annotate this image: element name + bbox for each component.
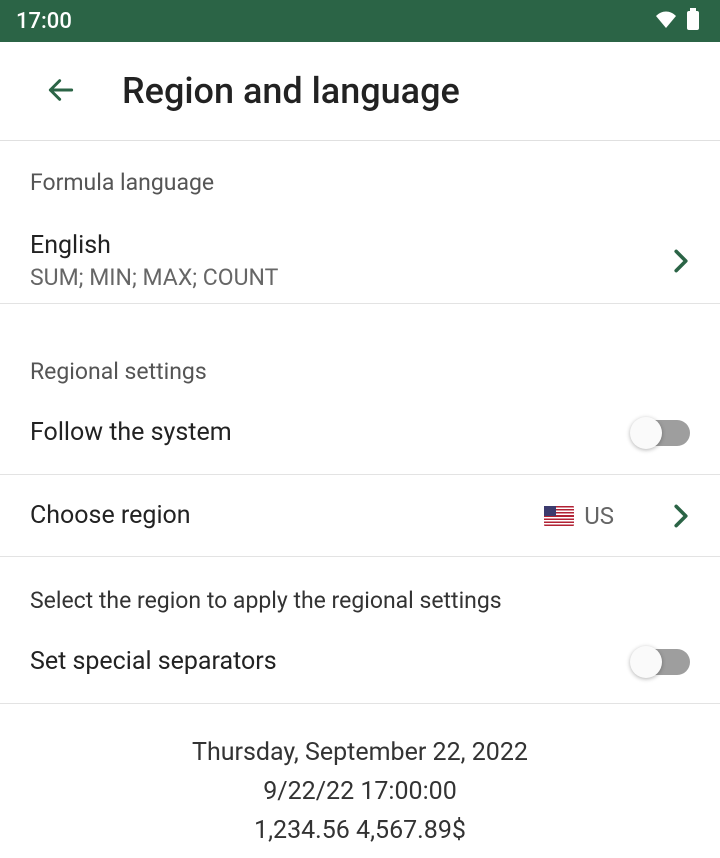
battery-icon: [686, 8, 700, 34]
region-code: US: [584, 502, 614, 530]
choose-region-row[interactable]: Choose region US: [0, 475, 720, 557]
status-bar: 17:00: [0, 0, 720, 42]
example-datetime: 9/22/22 17:00:00: [30, 773, 690, 812]
formula-language-functions: SUM; MIN; MAX; COUNT: [30, 264, 656, 291]
region-note: Select the region to apply the regional …: [0, 557, 720, 634]
content: Formula language English SUM; MIN; MAX; …: [0, 141, 720, 850]
formula-language-value: English: [30, 231, 656, 260]
status-time: 17:00: [16, 9, 72, 34]
follow-system-toggle[interactable]: [634, 420, 690, 446]
follow-system-label: Follow the system: [30, 418, 634, 447]
section-regional-settings: Regional settings: [0, 340, 720, 405]
set-separators-toggle[interactable]: [634, 649, 690, 675]
follow-system-row[interactable]: Follow the system: [0, 405, 720, 475]
region-value: US: [544, 502, 614, 530]
chevron-right-icon: [672, 504, 690, 528]
section-formula-language: Formula language: [0, 141, 720, 216]
example-date-long: Thursday, September 22, 2022: [30, 734, 690, 773]
chevron-right-icon: [672, 249, 690, 273]
format-example: Thursday, September 22, 2022 9/22/22 17:…: [0, 704, 720, 850]
set-separators-label: Set special separators: [30, 647, 634, 676]
choose-region-label: Choose region: [30, 501, 544, 530]
wifi-icon: [654, 9, 678, 33]
status-icons: [654, 8, 700, 34]
set-separators-row[interactable]: Set special separators: [0, 634, 720, 704]
app-bar: Region and language: [0, 42, 720, 141]
formula-language-row[interactable]: English SUM; MIN; MAX; COUNT: [0, 216, 720, 304]
back-arrow-icon[interactable]: [45, 74, 77, 106]
example-numbers: 1,234.56 4,567.89$: [30, 812, 690, 851]
flag-us-icon: [544, 506, 574, 526]
page-title: Region and language: [122, 70, 460, 112]
